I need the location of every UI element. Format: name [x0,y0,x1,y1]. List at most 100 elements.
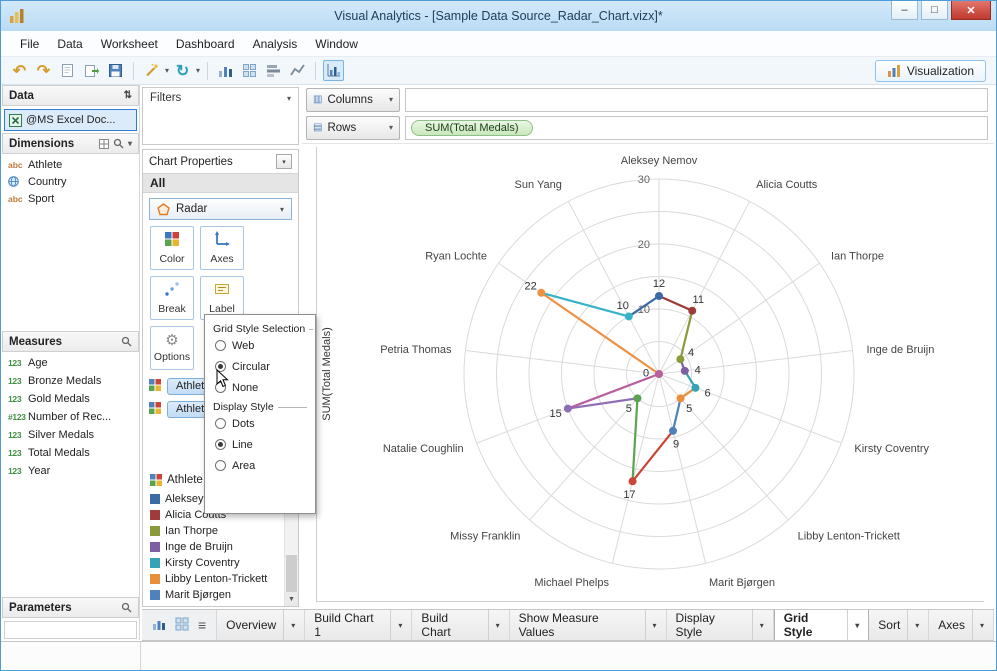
mini-grid-icon[interactable] [175,617,189,634]
rows-pill-sum-total-medals[interactable]: SUM(Total Medals) [411,119,533,136]
chart-type-bar-selected-icon[interactable] [323,60,345,81]
measure-item[interactable]: 123 Silver Medals [2,426,139,444]
tab-axes[interactable]: Axes ▾ [929,610,994,640]
legend-item[interactable]: Libby Lenton-Trickett [143,571,283,587]
scroll-down-button[interactable]: ▼ [285,592,298,606]
columns-button[interactable]: ▥ Columns ▾ [306,87,400,112]
data-source-item[interactable]: @MS Excel Doc... [4,109,137,131]
radar-series[interactable] [540,291,697,482]
chevron-down-icon[interactable]: ▾ [907,610,919,640]
minimize-button[interactable]: – [891,1,918,20]
measures-list: 123 Age 123 Bronze Medals 123 Gold Medals #123… [2,354,139,480]
radio-option-line[interactable]: Line [213,434,307,455]
123-icon: 123 [8,448,22,458]
chevron-down-icon[interactable]: ▾ [196,66,200,75]
view-grid-icon[interactable] [98,138,109,149]
color-legend-icon [150,474,162,486]
sort-arrows-icon[interactable]: ⇅ [124,90,132,101]
chevron-down-icon[interactable]: ▾ [165,66,169,75]
tab-display-style[interactable]: Display Style ▾ [666,610,774,640]
export-icon[interactable] [81,60,102,81]
radio-line-selected[interactable] [215,439,226,450]
tab-show-measure-values[interactable]: Show Measure Values ▾ [509,610,667,640]
measure-item[interactable]: 123 Age [2,354,139,372]
tab-sort[interactable]: Sort ▾ [869,610,930,640]
svg-text:5: 5 [626,403,632,415]
chevron-down-icon[interactable]: ▾ [283,610,295,640]
rows-button[interactable]: ▤ Rows ▾ [306,115,400,140]
tab-grid-style[interactable]: Grid Style ▾ [773,610,870,640]
new-worksheet-icon[interactable] [57,60,78,81]
tab-build-chart[interactable]: Build Chart ▾ [412,610,510,640]
field-label: Bronze Medals [28,375,102,387]
radio-web[interactable] [215,340,226,351]
legend-item[interactable]: Marit Bjørgen [143,587,283,603]
measure-item[interactable]: #123 Number of Rec... [2,408,139,426]
chevron-down-icon[interactable]: ▾ [751,610,764,640]
chevron-down-icon[interactable]: ▾ [847,610,859,640]
menu-item-worksheet[interactable]: Worksheet [92,34,167,54]
save-icon[interactable] [105,60,126,81]
menu-item-window[interactable]: Window [306,34,367,54]
menu-item-file[interactable]: File [11,34,48,54]
chart-properties-dropdown[interactable]: ▾ [276,154,292,169]
chart-type-bars-icon[interactable] [215,60,236,81]
menu-item-data[interactable]: Data [48,34,91,54]
data-source-label: @MS Excel Doc... [26,114,116,126]
legend-item[interactable]: Ian Thorpe [143,523,283,539]
svg-text:6: 6 [705,387,711,399]
dimension-item[interactable]: abc Athlete [2,156,139,173]
radio-label: Circular [232,360,270,373]
chevron-down-icon[interactable]: ▾ [487,610,500,640]
undo-icon[interactable]: ↶ [9,60,30,81]
tab-build-chart-1[interactable]: Build Chart 1 ▾ [305,610,413,640]
measure-item[interactable]: 123 Year [2,462,139,480]
refresh-icon[interactable]: ↻ [172,60,193,81]
close-button[interactable]: ✕ [951,1,991,20]
chevron-down-icon[interactable]: ▾ [128,139,132,148]
search-icon[interactable] [121,602,132,613]
legend-item[interactable]: Inge de Bruijn [143,539,283,555]
tab-label: Build Chart 1 [314,611,374,639]
magic-wand-icon[interactable] [141,60,162,81]
dimension-item[interactable]: Country [2,173,139,190]
visualization-button[interactable]: Visualization [874,59,986,82]
maximize-button[interactable]: □ [921,1,948,20]
prop-button-break[interactable]: Break [150,276,194,320]
popup-group-title: Grid Style Selection [213,323,314,335]
columns-shelf[interactable] [405,87,988,112]
123-icon: 123 [8,376,22,386]
measure-item[interactable]: 123 Gold Medals [2,390,139,408]
list-menu-icon[interactable]: ≡ [198,617,206,633]
chevron-down-icon[interactable]: ▾ [971,610,984,640]
radio-option-dots[interactable]: Dots [213,413,307,434]
measure-item[interactable]: 123 Total Medals [2,444,139,462]
menu-item-dashboard[interactable]: Dashboard [167,34,244,54]
mini-chart-icon[interactable] [152,617,166,634]
radio-area[interactable] [215,460,226,471]
measure-item[interactable]: 123 Bronze Medals [2,372,139,390]
radio-dots[interactable] [215,418,226,429]
redo-icon[interactable]: ↷ [33,60,54,81]
menu-item-analysis[interactable]: Analysis [244,34,307,54]
chevron-down-icon[interactable]: ▾ [287,94,291,103]
search-icon[interactable] [113,138,124,149]
legend-item[interactable]: Kirsty Coventry [143,555,283,571]
chevron-down-icon[interactable]: ▾ [390,610,402,640]
chart-type-line-icon[interactable] [287,60,308,81]
tab-overview[interactable]: Overview ▾ [216,610,306,640]
chart-type-hbars-icon[interactable] [263,60,284,81]
radar-chart[interactable]: Aleksey Nemov Alicia Coutts Ian Thorpe Inge… [316,146,996,604]
chart-type-select[interactable]: Radar ▾ [149,198,292,220]
prop-button-color[interactable]: Color [150,226,194,270]
prop-button-axes[interactable]: Axes [200,226,244,270]
rows-shelf[interactable]: SUM(Total Medals) [405,115,988,140]
prop-button-options[interactable]: ⚙ Options [150,326,194,370]
dimension-item[interactable]: abc Sport [2,190,139,207]
search-icon[interactable] [121,336,132,347]
radio-option-web[interactable]: Web [213,335,307,356]
legend-item[interactable]: Michael Phelps [143,603,283,606]
radio-option-area[interactable]: Area [213,455,307,476]
chevron-down-icon[interactable]: ▾ [644,610,657,640]
chart-type-grid-icon[interactable] [239,60,260,81]
